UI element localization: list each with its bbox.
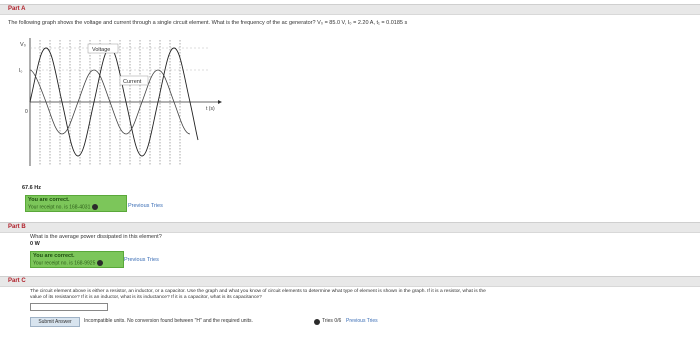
part-c-answer-input[interactable]	[30, 303, 108, 311]
part-b-answer: 0 W	[30, 241, 40, 247]
part-a-answer: 67.6 Hz	[22, 185, 41, 191]
info-icon	[91, 204, 98, 210]
part-b-previous-tries[interactable]: Previous Tries	[124, 257, 159, 263]
part-a-previous-tries[interactable]: Previous Tries	[128, 203, 163, 209]
part-c-header: Part C	[0, 276, 700, 287]
graph-x-arrow	[218, 100, 222, 104]
origin-label: 0	[25, 109, 28, 115]
current-label: Current	[123, 79, 142, 85]
voltage-current-graph: Voltage Current V₀ I₀ t (s) 0	[19, 38, 222, 166]
part-b-label: Part B	[8, 224, 26, 230]
part-a-question: The following graph shows the voltage an…	[8, 20, 408, 26]
i0-label: I₀	[19, 68, 22, 74]
part-a-header: Part A	[0, 4, 700, 15]
part-c-previous-tries[interactable]: Previous Tries	[346, 318, 378, 324]
t-axis-label: t (s)	[206, 106, 215, 112]
part-c-tries: Tries 0/6	[322, 318, 342, 324]
part-b-question: What is the average power dissipated in …	[30, 234, 162, 240]
part-c-feedback: Incompatible units. No conversion found …	[84, 318, 253, 324]
part-c-question-line2: value of its resistance? If it is an ind…	[30, 295, 262, 300]
part-a-correct-box: You are correct. Your receipt no. is 168…	[25, 195, 127, 212]
info-icon	[314, 319, 320, 325]
part-c-label: Part C	[8, 278, 26, 284]
part-a-label: Part A	[8, 6, 26, 12]
part-a-correct-title: You are correct.	[28, 197, 70, 203]
part-a-receipt: Your receipt no. is 168-4031	[28, 204, 98, 210]
part-b-header: Part B	[0, 222, 700, 233]
part-b-receipt: Your receipt no. is 168-9925	[33, 260, 103, 266]
part-b-correct-box: You are correct. Your receipt no. is 168…	[30, 251, 124, 268]
submit-answer-button[interactable]: Submit Answer	[30, 317, 80, 327]
info-icon	[96, 260, 103, 266]
part-b-correct-title: You are correct.	[33, 253, 75, 259]
v0-axis-label: V₀	[20, 42, 26, 48]
voltage-label: Voltage	[92, 47, 110, 53]
